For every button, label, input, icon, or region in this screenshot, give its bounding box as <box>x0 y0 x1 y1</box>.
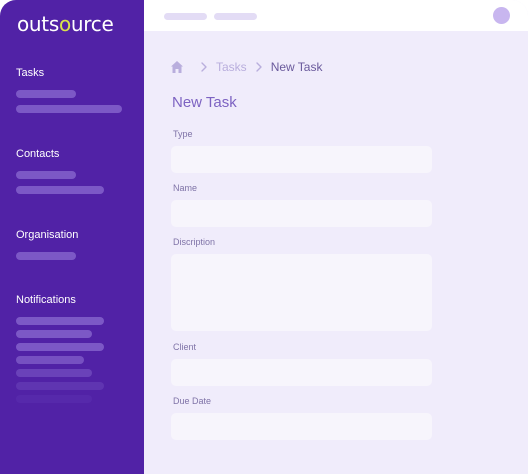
logo-text-suffix: urce <box>70 12 114 36</box>
sidebar-item-placeholder[interactable] <box>16 171 76 179</box>
chevron-right-icon <box>200 62 208 72</box>
sidebar-item-placeholder[interactable] <box>16 330 92 338</box>
sidebar-item-placeholder[interactable] <box>16 90 76 98</box>
top-bar <box>144 0 528 31</box>
description-textarea[interactable] <box>171 254 432 331</box>
topbar-menu-placeholder[interactable] <box>164 13 207 20</box>
app-window: outsource Tasks Contacts Organisation No… <box>0 0 528 474</box>
breadcrumb-link-tasks[interactable]: Tasks <box>216 59 247 75</box>
page-title: New Task <box>172 94 237 111</box>
name-label: Name <box>173 183 198 193</box>
breadcrumb-current: New Task <box>270 60 323 74</box>
main-content: Tasks New Task New Task Type Name Discri… <box>144 31 528 474</box>
sidebar-section-title-tasks[interactable]: Tasks <box>16 66 122 80</box>
sidebar-item-placeholder[interactable] <box>16 105 122 113</box>
sidebar: outsource Tasks Contacts Organisation No… <box>0 0 144 474</box>
type-label: Type <box>173 129 193 139</box>
sidebar-item-placeholder[interactable] <box>16 317 104 325</box>
logo-text-accent: o <box>58 12 71 36</box>
sidebar-item-placeholder[interactable] <box>16 369 92 377</box>
client-field[interactable] <box>171 359 432 386</box>
brand-logo[interactable]: outsource <box>17 10 114 38</box>
sidebar-item-placeholder[interactable] <box>16 382 104 390</box>
sidebar-section-title-contacts[interactable]: Contacts <box>16 147 104 161</box>
client-label: Client <box>173 342 197 352</box>
due-date-field[interactable] <box>171 413 432 440</box>
breadcrumb: Tasks New Task <box>170 59 322 75</box>
sidebar-item-placeholder[interactable] <box>16 343 104 351</box>
description-label: Discription <box>173 237 216 247</box>
sidebar-item-placeholder[interactable] <box>16 356 84 364</box>
sidebar-section-contacts: Contacts <box>16 147 104 201</box>
sidebar-item-placeholder[interactable] <box>16 252 76 260</box>
sidebar-section-tasks: Tasks <box>16 66 122 120</box>
sidebar-section-notifications: Notifications <box>16 293 104 410</box>
due-date-label: Due Date <box>173 396 212 406</box>
user-avatar[interactable] <box>493 7 510 24</box>
chevron-right-icon <box>255 62 263 72</box>
home-icon[interactable] <box>170 60 184 74</box>
sidebar-section-title-notifications[interactable]: Notifications <box>16 293 104 307</box>
sidebar-item-placeholder[interactable] <box>16 395 92 403</box>
logo-text-prefix: outs <box>17 12 59 36</box>
sidebar-section-title-organisation[interactable]: Organisation <box>16 228 78 242</box>
type-field[interactable] <box>171 146 432 173</box>
sidebar-item-placeholder[interactable] <box>16 186 104 194</box>
sidebar-section-organisation: Organisation <box>16 228 78 267</box>
name-field[interactable] <box>171 200 432 227</box>
topbar-menu-placeholder[interactable] <box>214 13 257 20</box>
